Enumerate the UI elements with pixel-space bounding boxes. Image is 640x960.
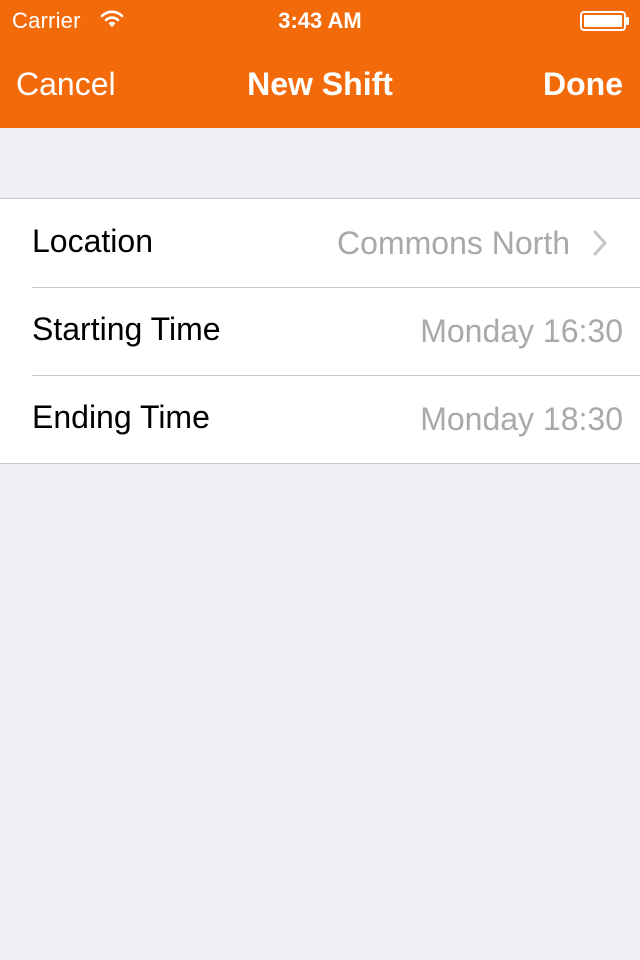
location-row[interactable]: Location Commons North: [0, 199, 640, 287]
starting-time-row[interactable]: Starting Time Monday 16:30: [0, 287, 640, 375]
chevron-right-icon: [593, 230, 607, 256]
header-bar: Carrier 3:43 AM Cancel New Shift Done: [0, 0, 640, 128]
shift-details-table: Location Commons North Starting Time Mon…: [0, 198, 640, 464]
done-button[interactable]: Done: [543, 66, 623, 103]
starting-time-label: Starting Time: [32, 311, 221, 347]
status-bar: Carrier 3:43 AM: [0, 0, 640, 40]
ending-time-row[interactable]: Ending Time Monday 18:30: [0, 375, 640, 463]
new-shift-screen: Carrier 3:43 AM Cancel New Shift Done Lo…: [0, 0, 640, 960]
location-value: Commons North: [337, 225, 570, 261]
starting-time-value: Monday 16:30: [420, 313, 623, 349]
status-time: 3:43 AM: [278, 8, 362, 33]
ending-time-value: Monday 18:30: [420, 401, 623, 437]
ending-time-label: Ending Time: [32, 399, 210, 435]
location-label: Location: [32, 223, 153, 259]
navigation-bar: Cancel New Shift Done: [0, 40, 640, 128]
battery-icon: [580, 11, 629, 31]
